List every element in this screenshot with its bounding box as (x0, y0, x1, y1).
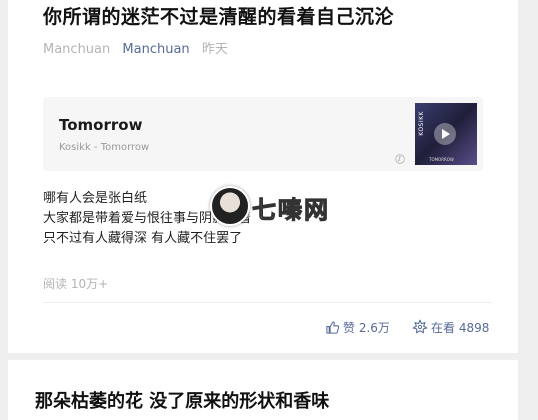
divider (43, 302, 492, 303)
album-cover[interactable]: KOSIKK TOMORROW (415, 103, 477, 165)
watermark-avatar (210, 186, 250, 226)
source-name: Manchuan (43, 42, 111, 57)
cover-caption: TOMORROW (429, 157, 454, 162)
thumbs-up-icon (326, 321, 340, 334)
watermark-text: 七嗪网 (252, 196, 330, 225)
song-title: Tomorrow (59, 116, 143, 134)
article-card: 你所谓的迷茫不过是清醒的看着自己沉沦 Manchuan Manchuan 昨天 … (8, 0, 518, 353)
song-artist: Kosikk - Tomorrow (59, 142, 150, 153)
next-article-title[interactable]: 那朵枯萎的花 没了原来的形状和香味 (35, 387, 329, 413)
site-watermark: 七嗪网 (208, 184, 348, 228)
wow-icon (412, 319, 428, 334)
play-icon[interactable] (434, 123, 456, 145)
like-button[interactable]: 赞 2.6万 (325, 319, 390, 336)
cover-side-text: KOSIKK (418, 111, 425, 136)
article-meta: Manchuan Manchuan 昨天 (43, 38, 228, 57)
article-title[interactable]: 你所谓的迷茫不过是清醒的看着自己沉沦 (43, 2, 394, 29)
watching-button[interactable]: 在看 4898 (412, 319, 489, 336)
like-count: 赞 2.6万 (343, 321, 390, 335)
music-player-card[interactable]: Tomorrow Kosikk - Tomorrow KOSIKK TOMORR… (43, 97, 483, 171)
read-count: 阅读 10万+ (43, 277, 109, 291)
author-link[interactable]: Manchuan (122, 42, 189, 57)
music-note-icon (395, 154, 405, 164)
watching-count: 在看 4898 (431, 321, 490, 335)
lyrics-line: 只不过有人藏得深 有人藏不住罢了 (43, 231, 243, 246)
publish-time: 昨天 (201, 42, 228, 57)
